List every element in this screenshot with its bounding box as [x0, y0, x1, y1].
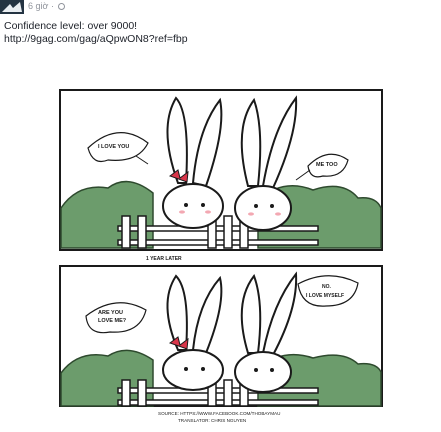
- panel1-right-bubble: ME TOO: [316, 162, 338, 168]
- comic-panel-2: ARE YOU LOVE ME? NO. I LOVE MYSELF: [59, 265, 383, 407]
- panel2-left-bubble-line1: ARE YOU: [98, 310, 123, 316]
- avatar-image: [0, 0, 24, 14]
- comic-translator: TRANSLATOR: CHRIS NGUYEN: [178, 418, 246, 423]
- globe-icon: [58, 3, 66, 10]
- panel2-right-bubble-line2: I LOVE MYSELF: [306, 293, 344, 299]
- panel2-left-bubble-line2: LOVE ME?: [98, 318, 127, 324]
- panel1-left-bubble: I LOVE YOU: [98, 144, 129, 150]
- comic-drawing: I LOVE YOU ME TOO 1 YEAR LATER ARE YOU L…: [59, 89, 383, 423]
- post-text: Confidence level: over 9000! http://9gag…: [4, 20, 188, 46]
- page-avatar[interactable]: [0, 0, 24, 14]
- post-link[interactable]: http://9gag.com/gag/aQpwON8?ref=fbp: [4, 33, 188, 46]
- comic-panel-1: I LOVE YOU ME TOO: [59, 89, 383, 251]
- post-meta: 6 giờ ·: [28, 1, 66, 11]
- comic-source: SOURCE: HTTPS://WWW.FACEBOOK.COM/THOBAYM…: [158, 411, 280, 416]
- comic-caption: 1 YEAR LATER: [146, 256, 182, 262]
- panel2-right-bubble-line1: NO.: [322, 284, 332, 290]
- comic-image[interactable]: I LOVE YOU ME TOO 1 YEAR LATER ARE YOU L…: [58, 88, 384, 424]
- post-caption: Confidence level: over 9000!: [4, 20, 138, 32]
- post-header: 6 giờ ·: [0, 0, 441, 16]
- post-time[interactable]: 6 giờ: [28, 1, 48, 11]
